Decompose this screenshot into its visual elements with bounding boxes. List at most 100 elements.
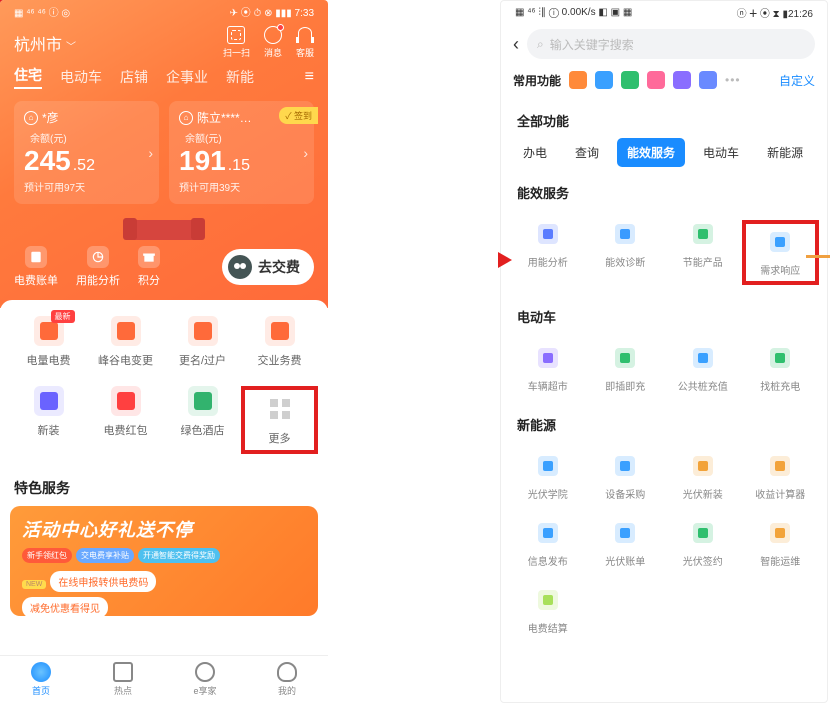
services-grid: 最新电量电费峰谷电变更 更名/过户交业务费新装 电费红包绿色酒店更多 — [0, 300, 328, 464]
func-icon — [766, 344, 794, 372]
service-更多[interactable]: 更多 — [241, 386, 318, 454]
bill-button[interactable]: 电费账单 — [14, 246, 58, 288]
func-智能运维[interactable]: 智能运维 — [742, 519, 820, 568]
tab-ev[interactable]: 电动车 — [60, 67, 102, 87]
func-找桩充电[interactable]: 找桩充电 — [742, 344, 820, 393]
rtab-3[interactable]: 电动车 — [693, 138, 749, 167]
func-icon — [611, 220, 639, 248]
scan-icon — [227, 26, 245, 44]
func-label: 电费结算 — [528, 620, 568, 635]
location-picker[interactable]: 杭州市﹀ — [14, 31, 76, 55]
tab-new-energy[interactable]: 新能 — [226, 67, 254, 87]
func-label: 信息发布 — [528, 553, 568, 568]
func-光伏学院[interactable]: 光伏学院 — [509, 452, 587, 501]
service-新装[interactable]: 新装 — [10, 386, 87, 454]
service-电费红包[interactable]: 电费红包 — [87, 386, 164, 454]
points-button[interactable]: 积分 — [138, 246, 160, 288]
bottom-nav: 首页 热点 e享家 我的 — [0, 655, 328, 703]
bot-icon — [228, 255, 252, 279]
func-需求响应[interactable]: 需求响应 — [742, 220, 820, 285]
func-icon — [534, 344, 562, 372]
sign-in-badge[interactable]: ✓ 签到 — [279, 107, 318, 124]
service-峰谷电变更[interactable]: 峰谷电变更 — [87, 316, 164, 368]
service-label: 峰谷电变更 — [98, 352, 153, 368]
func-label: 找桩充电 — [760, 378, 800, 393]
support-button[interactable]: 客服 — [296, 26, 314, 59]
more-dots-icon: ••• — [725, 73, 741, 87]
func-label: 需求响应 — [760, 262, 800, 277]
back-button[interactable]: ‹ — [513, 34, 519, 55]
balance-card-1[interactable]: ⌂*彦 余额(元) 245.52 预计可用97天 › — [14, 101, 159, 204]
mini-icon[interactable] — [673, 71, 691, 89]
promo-banner[interactable]: 活动中心好礼送不停 新手领红包 交电费享补贴 开通智能交费得奖励 NEW在线申报… — [10, 506, 318, 616]
chat-icon — [264, 26, 282, 44]
rtab-1[interactable]: 查询 — [565, 138, 609, 167]
func-电费结算[interactable]: 电费结算 — [509, 586, 587, 635]
func-公共桩充值[interactable]: 公共桩充值 — [664, 344, 742, 393]
customize-link[interactable]: 自定义 — [779, 72, 815, 89]
service-交业务费[interactable]: 交业务费 — [241, 316, 318, 368]
tabs-more-icon[interactable]: ≡ — [305, 68, 314, 86]
section-title: 新能源 — [501, 399, 827, 442]
func-车辆超市[interactable]: 车辆超市 — [509, 344, 587, 393]
nav-home[interactable]: 首页 — [0, 656, 82, 703]
service-更名/过户[interactable]: 更名/过户 — [164, 316, 241, 368]
mini-icon[interactable] — [569, 71, 587, 89]
func-label: 用能分析 — [528, 254, 568, 269]
func-label: 公共桩充值 — [678, 378, 728, 393]
messages-button[interactable]: 消息 — [264, 26, 282, 59]
func-设备采购[interactable]: 设备采购 — [587, 452, 665, 501]
analysis-button[interactable]: 用能分析 — [76, 246, 120, 288]
search-input[interactable]: ⌕ 输入关键字搜索 — [527, 29, 815, 59]
func-能效诊断[interactable]: 能效诊断 — [587, 220, 665, 285]
service-icon — [111, 386, 141, 416]
func-收益计算器[interactable]: 收益计算器 — [742, 452, 820, 501]
service-icon — [265, 394, 295, 424]
person-icon — [277, 662, 297, 682]
mini-icon[interactable] — [699, 71, 717, 89]
func-icon — [534, 452, 562, 480]
func-label: 光伏学院 — [528, 486, 568, 501]
search-icon: ⌕ — [537, 37, 544, 52]
section-grid: 光伏学院 设备采购光伏新装 收益计算器信息发布 光伏账单光伏签约智能运维电费结算 — [501, 442, 827, 641]
section-grid: 用能分析 能效诊断节能产品需求响应 — [501, 210, 827, 291]
func-即插即充[interactable]: 即插即充 — [587, 344, 665, 393]
func-光伏账单[interactable]: 光伏账单 — [587, 519, 665, 568]
gift-icon — [138, 246, 160, 268]
service-label: 绿色酒店 — [181, 422, 225, 438]
func-光伏新装[interactable]: 光伏新装 — [664, 452, 742, 501]
status-bar: ▦ ⁴⁶ ⫶∥ ⓘ 0.00K/s ◧ ▣ ▦ ⓝ ⵜ ⦿ ⧗ ▮21:26 — [501, 1, 827, 23]
tab-home[interactable]: 住宅 — [14, 65, 42, 89]
mini-icon[interactable] — [595, 71, 613, 89]
func-用能分析[interactable]: 用能分析 — [509, 220, 587, 285]
rtab-0[interactable]: 办电 — [513, 138, 557, 167]
tab-enterprise[interactable]: 企事业 — [166, 67, 208, 87]
tab-shop[interactable]: 店铺 — [120, 67, 148, 87]
rtab-4[interactable]: 新能源 — [757, 138, 813, 167]
home-icon: ⌂ — [24, 111, 38, 125]
nav-hot[interactable]: 热点 — [82, 656, 164, 703]
func-节能产品[interactable]: 节能产品 — [664, 220, 742, 285]
func-光伏签约[interactable]: 光伏签约 — [664, 519, 742, 568]
mini-icon[interactable] — [621, 71, 639, 89]
new-badge: 最新 — [51, 310, 75, 323]
service-电量电费[interactable]: 最新电量电费 — [10, 316, 87, 368]
rtab-2[interactable]: 能效服务 — [617, 138, 685, 167]
func-icon — [689, 344, 717, 372]
globe-icon — [31, 662, 51, 682]
nav-mine[interactable]: 我的 — [246, 656, 328, 703]
search-placeholder: 输入关键字搜索 — [550, 36, 634, 53]
balance-card-2[interactable]: ✓ 签到 ⌂陈立****… 余额(元) 191.15 预计可用39天 › — [169, 101, 314, 204]
scan-button[interactable]: 扫一扫 — [223, 26, 250, 59]
service-绿色酒店[interactable]: 绿色酒店 — [164, 386, 241, 454]
nav-ehome[interactable]: e享家 — [164, 656, 246, 703]
service-label: 更名/过户 — [179, 352, 226, 368]
func-label: 光伏新装 — [683, 486, 723, 501]
pay-button[interactable]: 去交费 — [222, 249, 314, 285]
service-icon — [265, 316, 295, 346]
func-信息发布[interactable]: 信息发布 — [509, 519, 587, 568]
service-label: 新装 — [38, 422, 60, 438]
mini-icon[interactable] — [647, 71, 665, 89]
func-icon — [689, 519, 717, 547]
func-icon — [611, 519, 639, 547]
